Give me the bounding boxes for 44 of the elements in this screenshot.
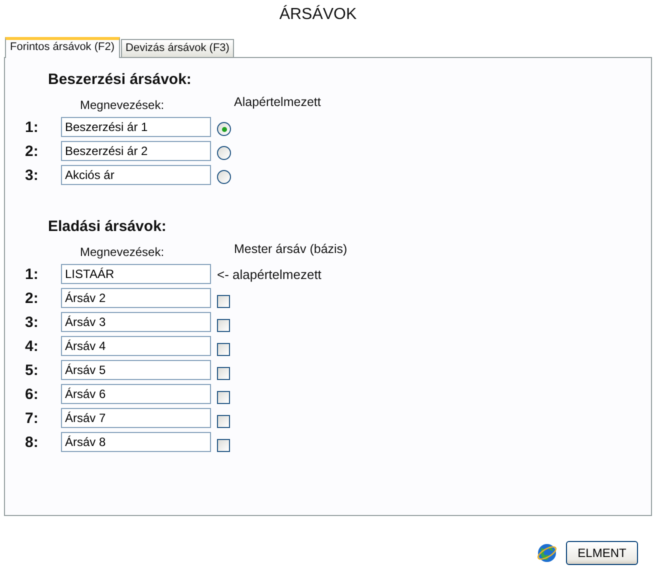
window-title: ÁRSÁVOK <box>278 4 358 25</box>
name-field[interactable]: LISTAÁR <box>61 264 211 284</box>
row-number: 2: <box>24 142 40 160</box>
checkbox[interactable] <box>217 366 230 380</box>
checkbox[interactable] <box>217 414 230 428</box>
row-number: 3: <box>24 314 40 330</box>
row-number: 6: <box>24 386 40 402</box>
column-header: Megnevezések: <box>80 245 166 259</box>
row-number: 7: <box>24 410 40 426</box>
row-number: 4: <box>24 338 40 354</box>
section-heading: Beszerzési ársávok: <box>48 71 192 90</box>
checkbox[interactable] <box>217 390 230 404</box>
row-number: 8: <box>24 434 40 450</box>
name-field[interactable]: Beszerzési ár 2 <box>61 141 211 161</box>
name-field[interactable]: Akciós ár <box>61 165 211 185</box>
checkbox[interactable] <box>217 294 230 308</box>
name-field[interactable]: Ársáv 6 <box>61 384 211 404</box>
tab[interactable]: Forintos ársávok (F2) <box>5 37 120 58</box>
name-field[interactable]: Ársáv 4 <box>61 336 211 356</box>
radio-button[interactable] <box>217 146 231 160</box>
name-field[interactable]: Ársáv 2 <box>61 288 211 308</box>
checkbox[interactable] <box>217 342 230 356</box>
column-header: Megnevezések: <box>80 98 166 112</box>
name-field[interactable]: Ársáv 7 <box>61 408 211 428</box>
name-field[interactable]: Ársáv 3 <box>61 312 211 332</box>
radio-button[interactable] <box>217 122 231 136</box>
row-number: 5: <box>24 362 40 378</box>
column-header: Alapértelmezett <box>234 95 321 109</box>
radio-button[interactable] <box>217 170 231 184</box>
tab[interactable]: Devizás ársávok (F3) <box>120 39 234 57</box>
name-field[interactable]: Beszerzési ár 1 <box>61 117 211 137</box>
row-number: 1: <box>24 266 40 282</box>
name-field[interactable]: Ársáv 8 <box>61 432 211 452</box>
checkbox[interactable] <box>217 438 230 452</box>
column-header: Mester ársáv (bázis) <box>234 242 348 256</box>
save-button[interactable]: ELMENT <box>566 541 638 565</box>
checkbox[interactable] <box>217 318 230 332</box>
row-number: 2: <box>24 290 40 306</box>
row-number: 1: <box>24 118 40 136</box>
default-note: <- alapértelmezett <box>217 266 322 282</box>
name-field[interactable]: Ársáv 5 <box>61 360 211 380</box>
section-heading: Eladási ársávok: <box>48 218 168 237</box>
globe-icon[interactable] <box>536 542 558 564</box>
row-number: 3: <box>24 166 40 184</box>
